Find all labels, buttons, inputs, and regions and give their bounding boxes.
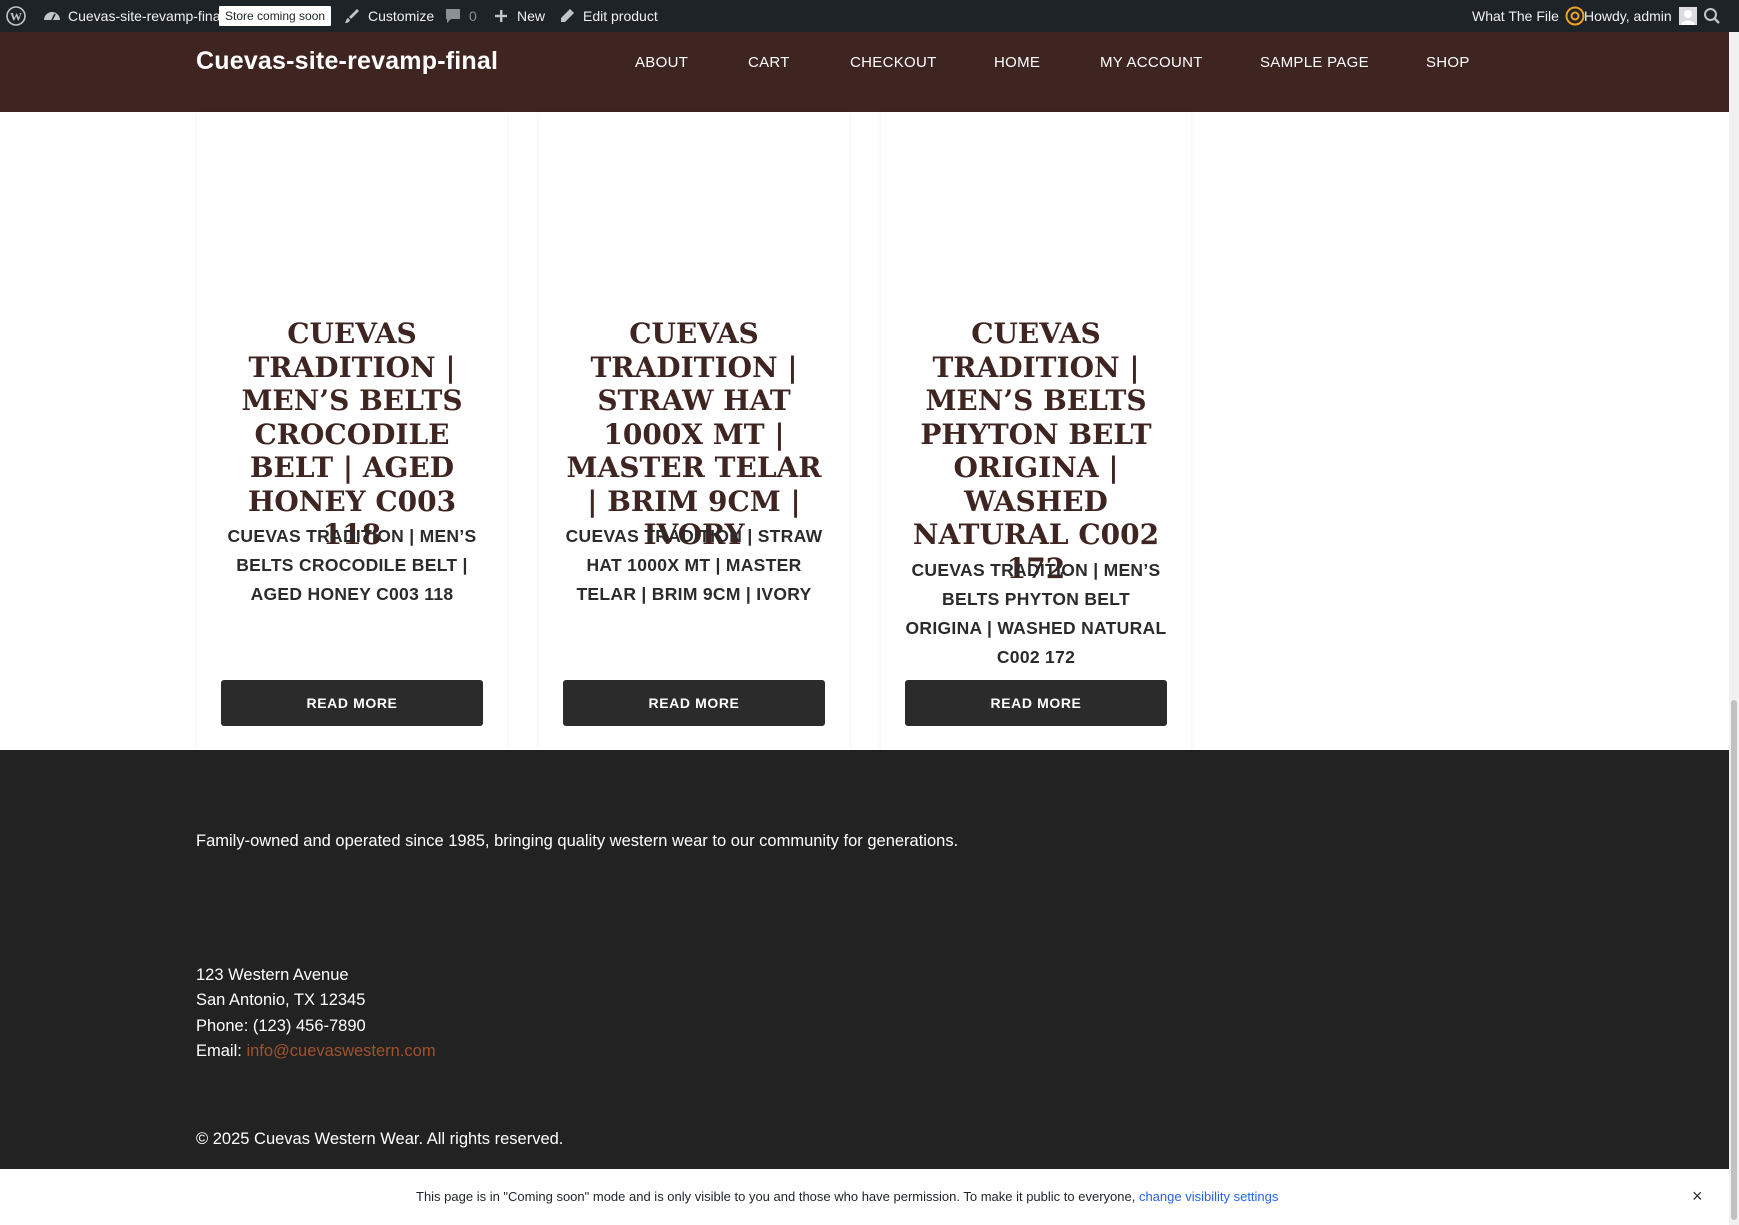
notice-message: This page is in "Coming soon" mode and i…: [416, 1189, 1278, 1204]
product-card: CUEVAS TRADITION | MEN’S BELTS PHYTON BE…: [881, 112, 1191, 750]
customize-label: Customize: [368, 8, 435, 24]
admin-bar-search[interactable]: [1702, 0, 1722, 32]
wordpress-logo-icon[interactable]: W: [6, 0, 26, 32]
footer-phone: Phone: (123) 456-7890: [196, 1017, 366, 1035]
admin-bar-comments[interactable]: 0: [443, 0, 477, 32]
close-icon[interactable]: ×: [1692, 1187, 1703, 1205]
site-header: Cuevas-site-revamp-final ABOUT CART CHEC…: [0, 32, 1729, 112]
admin-bar: W Cuevas-site-revamp-final Store coming …: [0, 0, 1739, 32]
footer-email: Email: info@cuevaswestern.com: [196, 1042, 436, 1061]
comment-icon: [446, 9, 460, 23]
nav-item-checkout[interactable]: CHECKOUT: [850, 54, 937, 71]
product-title[interactable]: CUEVAS TRADITION | MEN’S BELTS PHYTON BE…: [899, 317, 1173, 585]
admin-bar-new[interactable]: New: [491, 0, 545, 32]
read-more-button[interactable]: READ MORE: [905, 680, 1167, 726]
product-card: CUEVAS TRADITION | STRAW HAT 1000X MT | …: [539, 112, 849, 750]
product-title[interactable]: CUEVAS TRADITION | STRAW HAT 1000X MT | …: [557, 317, 831, 552]
nav-item-my-account[interactable]: MY ACCOUNT: [1100, 54, 1203, 71]
dashboard-icon: [44, 12, 60, 21]
new-label: New: [517, 8, 546, 24]
admin-bar-site-link[interactable]: Cuevas-site-revamp-final: [42, 0, 224, 32]
howdy-label: Howdy, admin: [1584, 8, 1672, 24]
product-subtitle: CUEVAS TRADITION | STRAW HAT 1000X MT | …: [565, 526, 823, 604]
what-the-file-icon: [1565, 6, 1585, 26]
footer-copyright: © 2025 Cuevas Western Wear. All rights r…: [196, 1130, 564, 1148]
product-card: CUEVAS TRADITION | MEN’S BELTS CROCODILE…: [197, 112, 507, 750]
coming-soon-notice: This page is in "Coming soon" mode and i…: [0, 1169, 1729, 1225]
pencil-icon: [561, 9, 574, 22]
product-title[interactable]: CUEVAS TRADITION | MEN’S BELTS CROCODILE…: [215, 317, 489, 552]
admin-bar-account[interactable]: Howdy, admin: [1584, 0, 1698, 32]
read-more-button[interactable]: READ MORE: [221, 680, 483, 726]
footer-email-label: Email:: [196, 1042, 247, 1060]
footer-address-line-2: San Antonio, TX 12345: [196, 991, 366, 1009]
scrollbar-thumb[interactable]: [1731, 700, 1737, 1220]
store-badge-label: Store coming soon: [219, 6, 332, 26]
nav-item-cart[interactable]: CART: [748, 54, 790, 71]
admin-bar-edit-product[interactable]: Edit product: [557, 0, 658, 32]
admin-bar-what-the-file[interactable]: What The File: [1472, 0, 1585, 32]
product-subtitle: CUEVAS TRADITION | MEN’S BELTS CROCODILE…: [227, 526, 477, 604]
nav-item-about[interactable]: ABOUT: [635, 54, 688, 71]
product-subtitle: CUEVAS TRADITION | MEN’S BELTS PHYTON BE…: [905, 560, 1167, 667]
nav-item-shop[interactable]: SHOP: [1426, 54, 1470, 71]
footer-address-line-1: 123 Western Avenue: [196, 966, 349, 984]
what-the-file-label: What The File: [1472, 8, 1559, 24]
footer-tagline: Family-owned and operated since 1985, br…: [196, 832, 959, 850]
plus-icon: [495, 10, 507, 22]
paintbrush-icon: [345, 9, 359, 23]
site-title[interactable]: Cuevas-site-revamp-final: [196, 47, 498, 76]
avatar: [1678, 7, 1697, 25]
store-status-badge[interactable]: Store coming soon: [219, 0, 332, 32]
nav-item-sample-page[interactable]: SAMPLE PAGE: [1260, 54, 1369, 71]
visibility-settings-link[interactable]: change visibility settings: [1139, 1189, 1278, 1204]
admin-bar-customize[interactable]: Customize: [342, 0, 434, 32]
admin-bar-site-name: Cuevas-site-revamp-final: [68, 8, 224, 24]
notice-text: This page is in "Coming soon" mode and i…: [416, 1189, 1139, 1204]
comments-count: 0: [469, 8, 477, 24]
nav-item-home[interactable]: HOME: [994, 54, 1040, 71]
edit-product-label: Edit product: [583, 8, 658, 24]
product-grid: CUEVAS TRADITION | MEN’S BELTS CROCODILE…: [0, 112, 1729, 750]
footer-email-link[interactable]: info@cuevaswestern.com: [246, 1042, 435, 1060]
read-more-button[interactable]: READ MORE: [563, 680, 825, 726]
site-footer: Family-owned and operated since 1985, br…: [0, 750, 1729, 1169]
search-icon: [1704, 8, 1720, 24]
svg-text:W: W: [10, 10, 22, 24]
